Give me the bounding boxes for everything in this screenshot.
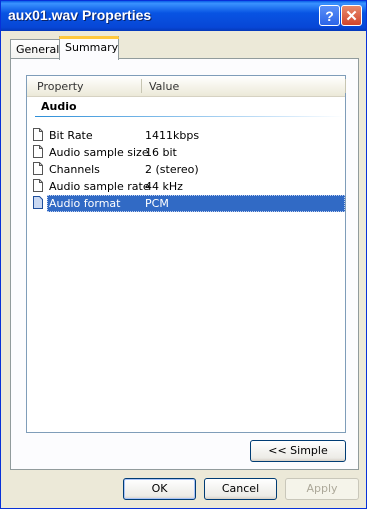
list-item[interactable]: Channels 2 (stereo) xyxy=(33,161,345,178)
document-icon xyxy=(33,196,43,209)
property-value: PCM xyxy=(145,197,169,210)
ok-button[interactable]: OK xyxy=(123,478,196,500)
simple-view-button[interactable]: << Simple xyxy=(250,440,346,462)
property-name: Channels xyxy=(49,163,100,176)
column-header-property[interactable]: Property xyxy=(37,80,84,93)
cancel-button[interactable]: Cancel xyxy=(204,478,277,500)
property-value: 2 (stereo) xyxy=(145,163,199,176)
window-title: aux01.wav Properties xyxy=(8,7,152,23)
list-item[interactable]: Audio sample size 16 bit xyxy=(33,144,345,161)
group-heading-audio: Audio xyxy=(41,100,77,113)
list-item-selected[interactable]: Audio format PCM xyxy=(33,195,345,212)
property-name: Bit Rate xyxy=(49,129,93,142)
property-name: Audio sample size xyxy=(49,146,149,159)
apply-button[interactable]: Apply xyxy=(285,478,359,500)
help-button[interactable]: ? xyxy=(319,5,340,26)
property-list[interactable]: Property Value Audio Bit Rate 1411kbps A… xyxy=(26,75,346,433)
group-divider xyxy=(35,116,345,117)
properties-dialog: aux01.wav Properties ? ✕ General Summary… xyxy=(0,0,367,509)
close-button[interactable]: ✕ xyxy=(341,5,362,26)
column-header-value[interactable]: Value xyxy=(149,80,179,93)
property-name: Audio format xyxy=(49,197,121,210)
tab-summary[interactable]: Summary xyxy=(59,36,119,60)
list-header: Property Value xyxy=(27,76,346,97)
list-item[interactable]: Bit Rate 1411kbps xyxy=(33,127,345,144)
document-icon xyxy=(33,162,43,175)
title-bar[interactable]: aux01.wav Properties ? ✕ xyxy=(1,1,366,31)
property-value: 1411kbps xyxy=(145,129,200,142)
tab-general[interactable]: General xyxy=(10,39,60,59)
property-name: Audio sample rate xyxy=(49,180,150,193)
list-item[interactable]: Audio sample rate 44 kHz xyxy=(33,178,345,195)
property-value: 16 bit xyxy=(145,146,177,159)
column-divider[interactable] xyxy=(141,79,142,93)
document-icon xyxy=(33,128,43,141)
document-icon xyxy=(33,179,43,192)
property-value: 44 kHz xyxy=(145,180,183,193)
column-divider[interactable] xyxy=(345,79,346,93)
document-icon xyxy=(33,145,43,158)
